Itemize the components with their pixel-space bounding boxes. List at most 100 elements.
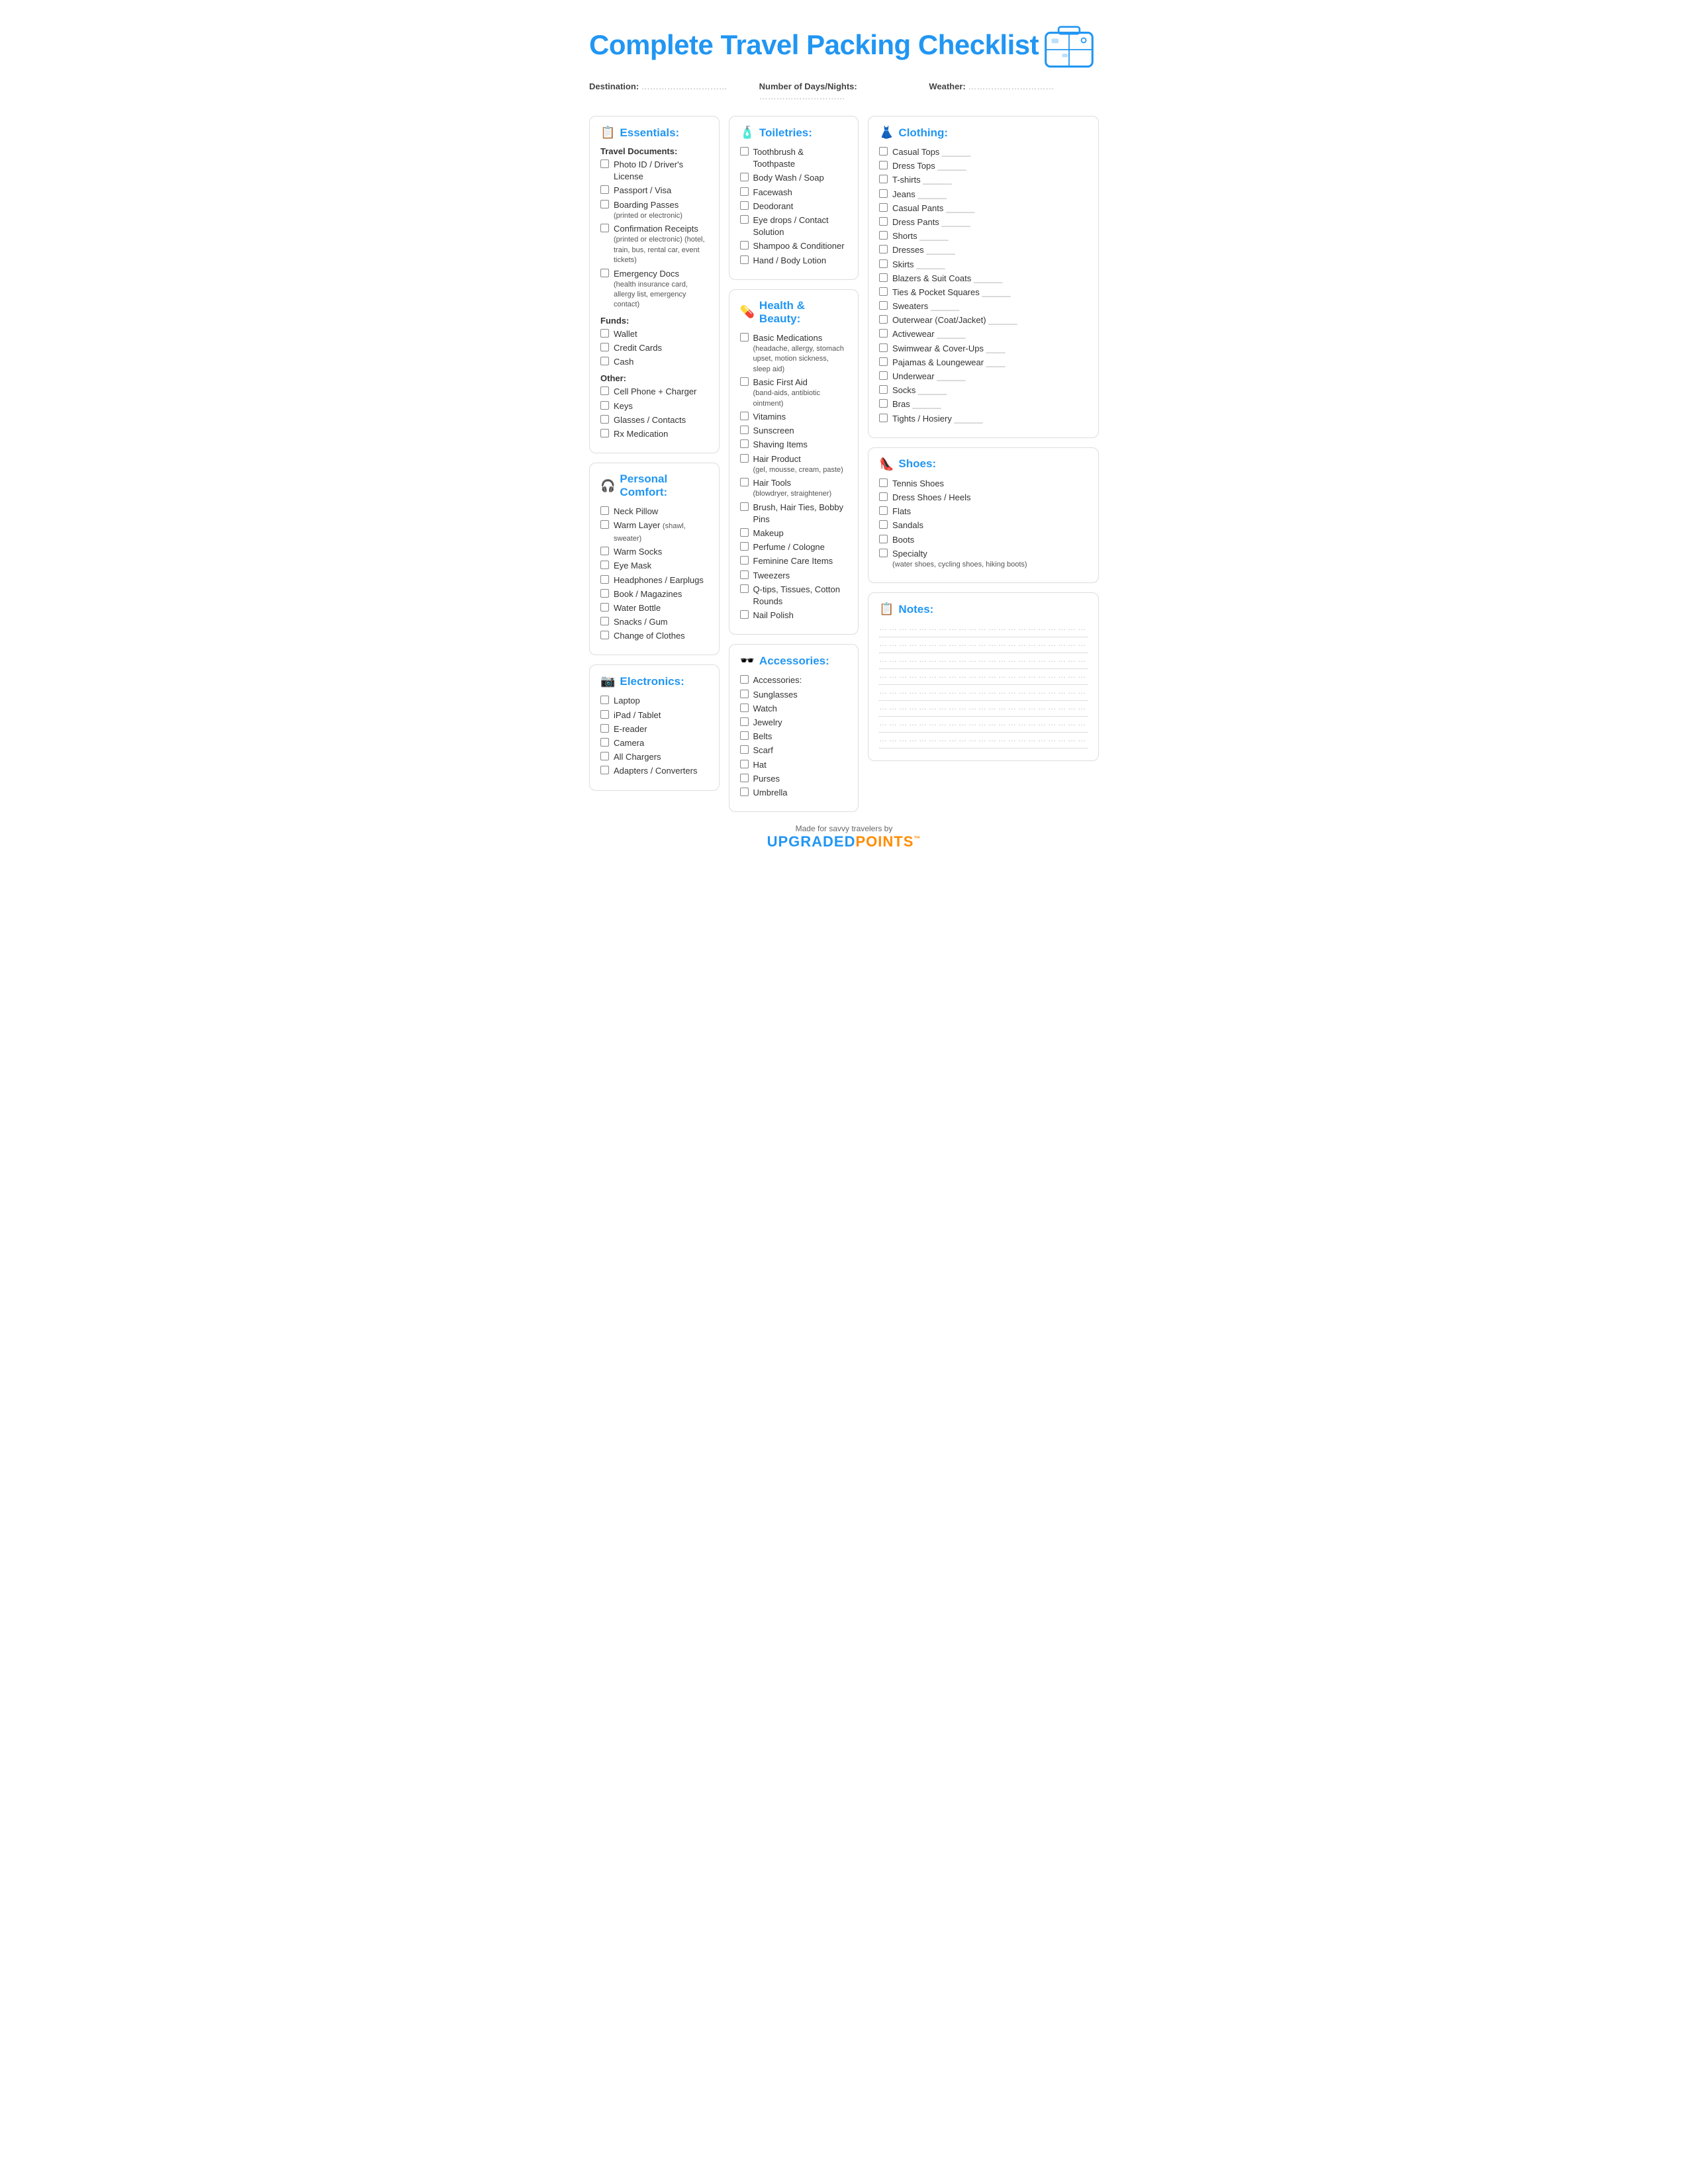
- checkbox[interactable]: [740, 528, 749, 537]
- list-item: Boots: [879, 534, 1088, 546]
- checkbox[interactable]: [740, 201, 749, 210]
- checkbox[interactable]: [879, 357, 888, 366]
- checkbox[interactable]: [740, 439, 749, 448]
- travel-docs-label: Travel Documents:: [600, 146, 708, 156]
- checkbox[interactable]: [740, 745, 749, 754]
- checkbox[interactable]: [740, 241, 749, 250]
- checkbox[interactable]: [600, 603, 609, 612]
- checkbox[interactable]: [740, 173, 749, 181]
- checkbox[interactable]: [740, 675, 749, 684]
- checkbox[interactable]: [600, 429, 609, 437]
- checkbox[interactable]: [600, 185, 609, 194]
- checkbox[interactable]: [879, 259, 888, 268]
- checkbox[interactable]: [879, 492, 888, 501]
- list-item: Warm Socks: [600, 546, 708, 558]
- checkbox[interactable]: [879, 217, 888, 226]
- list-item: Credit Cards: [600, 342, 708, 354]
- checkbox[interactable]: [600, 415, 609, 424]
- checkbox[interactable]: [740, 478, 749, 486]
- checkbox[interactable]: [740, 731, 749, 740]
- checkbox[interactable]: [600, 589, 609, 598]
- checkbox[interactable]: [879, 273, 888, 282]
- checkbox[interactable]: [600, 631, 609, 639]
- checkbox[interactable]: [600, 200, 609, 208]
- checkbox[interactable]: [879, 414, 888, 422]
- checkbox[interactable]: [879, 329, 888, 338]
- checkbox[interactable]: [600, 269, 609, 277]
- list-item: Sunscreen: [740, 425, 848, 437]
- list-item: Ties & Pocket Squares ______: [879, 287, 1088, 298]
- checkbox[interactable]: [600, 710, 609, 719]
- checkbox[interactable]: [600, 401, 609, 410]
- list-item: Sunglasses: [740, 689, 848, 701]
- checkbox[interactable]: [879, 147, 888, 156]
- checkbox[interactable]: [600, 724, 609, 733]
- checkbox[interactable]: [600, 738, 609, 747]
- checkbox[interactable]: [740, 377, 749, 386]
- notes-label: Notes:: [898, 603, 933, 616]
- list-item: Tights / Hosiery ______: [879, 413, 1088, 425]
- checkbox[interactable]: [740, 412, 749, 420]
- checkbox[interactable]: [879, 549, 888, 557]
- checkbox[interactable]: [740, 570, 749, 579]
- checkbox[interactable]: [600, 357, 609, 365]
- list-item: Vitamins: [740, 411, 848, 423]
- checkbox[interactable]: [740, 584, 749, 593]
- checkbox[interactable]: [600, 752, 609, 760]
- checkbox[interactable]: [879, 385, 888, 394]
- checkbox[interactable]: [740, 502, 749, 511]
- camera-icon: 📷: [600, 674, 615, 688]
- checkbox[interactable]: [879, 245, 888, 253]
- checkbox[interactable]: [740, 610, 749, 619]
- checkbox[interactable]: [879, 478, 888, 487]
- checkbox[interactable]: [879, 506, 888, 515]
- checkbox[interactable]: [740, 690, 749, 698]
- checkbox[interactable]: [600, 329, 609, 338]
- checkbox[interactable]: [879, 535, 888, 543]
- weather-dots: …………………………: [968, 81, 1054, 91]
- checkbox[interactable]: [600, 159, 609, 168]
- checkbox[interactable]: [740, 333, 749, 341]
- checkbox[interactable]: [600, 387, 609, 395]
- checkbox[interactable]: [879, 301, 888, 310]
- checkbox[interactable]: [879, 231, 888, 240]
- checkbox[interactable]: [879, 343, 888, 352]
- checkbox[interactable]: [600, 561, 609, 569]
- checkbox[interactable]: [740, 147, 749, 156]
- checkbox[interactable]: [600, 617, 609, 625]
- list-item: Emergency Docs(health insurance card, al…: [600, 268, 708, 310]
- checkbox[interactable]: [879, 189, 888, 198]
- checkbox[interactable]: [740, 255, 749, 264]
- checkbox[interactable]: [600, 575, 609, 584]
- checkbox[interactable]: [879, 371, 888, 380]
- checkbox[interactable]: [740, 426, 749, 434]
- checkbox[interactable]: [879, 203, 888, 212]
- checkbox[interactable]: [879, 161, 888, 169]
- checkbox[interactable]: [879, 520, 888, 529]
- checkbox[interactable]: [600, 506, 609, 515]
- checkbox[interactable]: [740, 215, 749, 224]
- checkbox[interactable]: [740, 187, 749, 196]
- checkbox[interactable]: [600, 696, 609, 704]
- list-item: Accessories:: [740, 674, 848, 686]
- checkbox[interactable]: [600, 343, 609, 351]
- checkbox[interactable]: [879, 175, 888, 183]
- checkbox[interactable]: [740, 717, 749, 726]
- checkbox[interactable]: [600, 766, 609, 774]
- checkbox[interactable]: [879, 399, 888, 408]
- checkbox[interactable]: [600, 520, 609, 529]
- checkbox[interactable]: [879, 315, 888, 324]
- checkbox[interactable]: [879, 287, 888, 296]
- checkbox[interactable]: [740, 454, 749, 463]
- checkbox[interactable]: [600, 547, 609, 555]
- headphones-icon: 🎧: [600, 479, 615, 493]
- checkbox[interactable]: [600, 224, 609, 232]
- checkbox[interactable]: [740, 542, 749, 551]
- checkbox[interactable]: [740, 704, 749, 712]
- checkbox[interactable]: [740, 760, 749, 768]
- checkbox[interactable]: [740, 788, 749, 796]
- list-item: Basic Medications(headache, allergy, sto…: [740, 332, 848, 375]
- checkbox[interactable]: [740, 556, 749, 565]
- checkbox[interactable]: [740, 774, 749, 782]
- clothing-icon: 👗: [879, 126, 894, 140]
